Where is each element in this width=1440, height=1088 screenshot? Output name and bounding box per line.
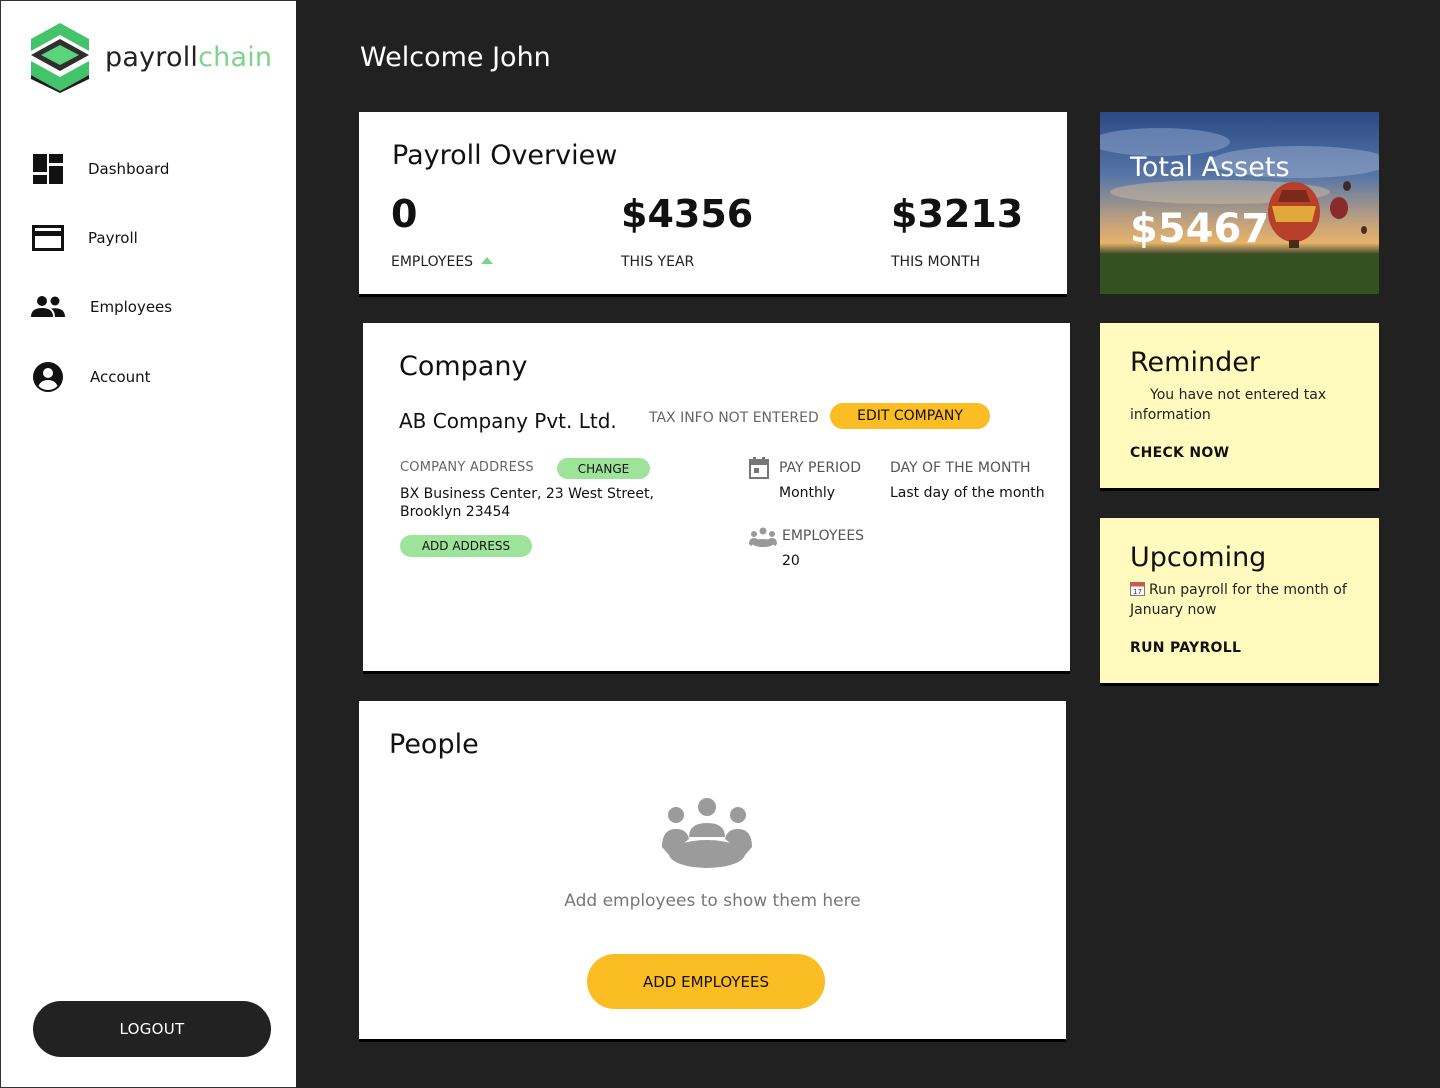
stat-caption-text: EMPLOYEES	[391, 254, 474, 270]
brand-name: payrollchain	[105, 42, 272, 73]
check-now-link[interactable]: CHECK NOW	[1130, 445, 1229, 461]
sidebar-item-employees[interactable]: Employees	[31, 289, 172, 325]
card-title: Company	[399, 351, 528, 382]
calendar-icon: 17	[1130, 581, 1145, 596]
sidebar-item-payroll[interactable]: Payroll	[31, 220, 138, 256]
group-icon	[749, 527, 777, 551]
total-assets-value: $5467	[1130, 206, 1270, 252]
stat-caption: THIS YEAR	[621, 254, 695, 270]
stat-employees: 0 EMPLOYEES	[391, 192, 494, 270]
company-address: BX Business Center, 23 West Street, Broo…	[400, 486, 654, 520]
stat-value: 0	[391, 192, 418, 236]
empty-state-message: Add employees to show them here	[564, 891, 861, 911]
stat-value: $4356	[621, 192, 754, 236]
day-of-month-value: Last day of the month	[890, 485, 1045, 501]
stat-caption: EMPLOYEES	[391, 254, 494, 270]
logout-button[interactable]: LOGOUT	[33, 1001, 271, 1057]
card-title: Payroll Overview	[392, 140, 618, 171]
people-icon	[31, 290, 65, 324]
sidebar-item-label: Employees	[90, 298, 173, 316]
pay-period-label: PAY PERIOD	[779, 460, 861, 476]
stat-this-month: $3213 THIS MONTH	[891, 192, 1024, 270]
sidebar-item-label: Account	[90, 368, 151, 386]
add-employees-button[interactable]: ADD EMPLOYEES	[587, 954, 825, 1009]
change-address-button[interactable]: CHANGE	[557, 458, 650, 479]
card-title: Upcoming	[1130, 542, 1267, 573]
pay-period-value: Monthly	[779, 485, 836, 501]
brand-name-part1: payroll	[105, 41, 199, 73]
edit-company-button[interactable]: EDIT COMPANY	[830, 403, 990, 429]
brand-name-part2: chain	[198, 41, 273, 73]
dashboard-icon	[31, 152, 65, 186]
company-name: AB Company Pvt. Ltd.	[399, 409, 617, 433]
sidebar-item-dashboard[interactable]: Dashboard	[31, 151, 169, 187]
tax-status: TAX INFO NOT ENTERED	[649, 410, 819, 426]
add-address-button[interactable]: ADD ADDRESS	[400, 535, 532, 557]
payrollchain-logo-icon	[31, 23, 89, 93]
group-icon	[661, 797, 753, 873]
day-of-month-label: DAY OF THE MONTH	[890, 460, 1031, 476]
calendar-icon	[749, 457, 769, 483]
reminder-message: You have not entered tax information	[1130, 387, 1327, 423]
card-title: Total Assets	[1130, 152, 1290, 183]
credit-card-icon	[31, 221, 65, 255]
account-circle-icon	[31, 360, 65, 394]
stat-caption: THIS MONTH	[891, 254, 981, 270]
upcoming-message: 17 Run payroll for the month of January n…	[1130, 580, 1360, 620]
total-assets-card[interactable]: Total Assets $5467	[1100, 112, 1379, 294]
employees-label: EMPLOYEES	[782, 528, 865, 544]
upcoming-card: Upcoming 17 Run payroll for the month of …	[1100, 518, 1379, 683]
balloon-background-image	[1100, 112, 1379, 294]
stat-this-year: $4356 THIS YEAR	[621, 192, 754, 270]
employees-count: 20	[782, 553, 800, 569]
stat-value: $3213	[891, 192, 1024, 236]
company-address-label: COMPANY ADDRESS	[400, 460, 534, 475]
welcome-heading: Welcome John	[360, 42, 551, 73]
sidebar: payrollchain Dashboard Payroll Employees…	[0, 0, 296, 1088]
card-title: People	[389, 729, 479, 760]
brand-logo[interactable]: payrollchain	[29, 21, 272, 93]
svg-text:17: 17	[1133, 588, 1142, 596]
reminder-card: Reminder You have not entered tax inform…	[1100, 323, 1379, 488]
payroll-overview-card: Payroll Overview 0 EMPLOYEES $4356 THIS …	[359, 112, 1067, 294]
trend-up-icon	[481, 257, 494, 264]
card-title: Reminder	[1130, 347, 1260, 378]
sidebar-item-label: Payroll	[88, 229, 138, 247]
upcoming-message-text: Run payroll for the month of January now	[1130, 582, 1347, 618]
sidebar-item-account[interactable]: Account	[31, 359, 151, 395]
run-payroll-link[interactable]: RUN PAYROLL	[1130, 640, 1241, 656]
sidebar-item-label: Dashboard	[88, 160, 170, 178]
people-card: People Add employees to show them here A…	[359, 701, 1066, 1039]
company-card: Company AB Company Pvt. Ltd. TAX INFO NO…	[363, 323, 1070, 671]
